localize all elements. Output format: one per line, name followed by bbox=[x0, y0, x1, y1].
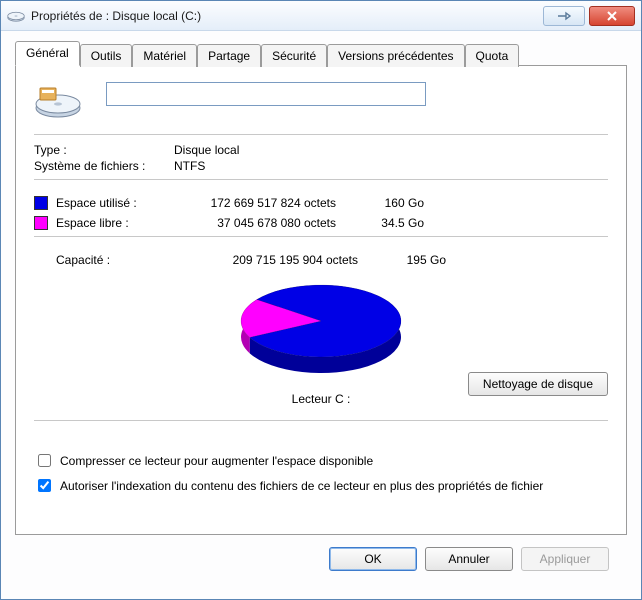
ok-button[interactable]: OK bbox=[329, 547, 417, 571]
free-bytes: 37 045 678 080 octets bbox=[174, 216, 354, 230]
compress-checkbox[interactable] bbox=[38, 454, 51, 467]
drive-large-icon bbox=[34, 82, 82, 120]
chart-area: Lecteur C : Nettoyage de disque bbox=[34, 273, 608, 406]
free-size: 34.5 Go bbox=[354, 216, 424, 230]
used-swatch-icon bbox=[34, 196, 48, 210]
separator bbox=[34, 179, 608, 180]
free-label: Espace libre : bbox=[56, 216, 174, 230]
tab-previous[interactable]: Versions précédentes bbox=[327, 44, 464, 67]
tab-quota[interactable]: Quota bbox=[465, 44, 520, 67]
tab-hardware[interactable]: Matériel bbox=[132, 44, 197, 67]
tabs: Général Outils Matériel Partage Sécurité… bbox=[15, 41, 627, 66]
tab-panel-general: Type : Disque local Système de fichiers … bbox=[15, 65, 627, 535]
fs-value: NTFS bbox=[174, 159, 608, 173]
window-buttons bbox=[543, 6, 635, 26]
free-swatch-icon bbox=[34, 216, 48, 230]
drive-label: Lecteur C : bbox=[221, 392, 421, 406]
used-label: Espace utilisé : bbox=[56, 196, 174, 210]
tab-security[interactable]: Sécurité bbox=[261, 44, 327, 67]
checkbox-group: Compresser ce lecteur pour augmenter l'e… bbox=[34, 453, 608, 503]
window-title: Propriétés de : Disque local (C:) bbox=[31, 9, 543, 23]
properties-window: Propriétés de : Disque local (C:) Généra… bbox=[0, 0, 642, 600]
type-label: Type : bbox=[34, 143, 174, 157]
close-button[interactable] bbox=[589, 6, 635, 26]
titlebar: Propriétés de : Disque local (C:) bbox=[1, 1, 641, 31]
cancel-button[interactable]: Annuler bbox=[425, 547, 513, 571]
space-grid: Espace utilisé : 172 669 517 824 octets … bbox=[34, 196, 608, 230]
index-label: Autoriser l'indexation du contenu des fi… bbox=[60, 478, 543, 494]
volume-label-input[interactable] bbox=[106, 82, 426, 106]
fs-label: Système de fichiers : bbox=[34, 159, 174, 173]
tab-tools[interactable]: Outils bbox=[80, 44, 133, 67]
disk-cleanup-button[interactable]: Nettoyage de disque bbox=[468, 372, 608, 396]
separator bbox=[34, 236, 608, 237]
separator bbox=[34, 134, 608, 135]
used-size: 160 Go bbox=[354, 196, 424, 210]
tab-general[interactable]: Général bbox=[15, 41, 80, 66]
tab-sharing[interactable]: Partage bbox=[197, 44, 261, 67]
apply-button: Appliquer bbox=[521, 547, 609, 571]
capacity-label: Capacité : bbox=[56, 253, 196, 267]
type-value: Disque local bbox=[174, 143, 608, 157]
pin-button[interactable] bbox=[543, 6, 585, 26]
capacity-row: Capacité : 209 715 195 904 octets 195 Go bbox=[34, 253, 608, 267]
info-grid: Type : Disque local Système de fichiers … bbox=[34, 143, 608, 173]
disk-icon bbox=[7, 9, 25, 23]
index-checkbox[interactable] bbox=[38, 479, 51, 492]
separator bbox=[34, 420, 608, 421]
content-area: Général Outils Matériel Partage Sécurité… bbox=[1, 31, 641, 599]
usage-pie-chart bbox=[221, 273, 421, 383]
compress-label: Compresser ce lecteur pour augmenter l'e… bbox=[60, 453, 373, 469]
used-bytes: 172 669 517 824 octets bbox=[174, 196, 354, 210]
capacity-bytes: 209 715 195 904 octets bbox=[196, 253, 376, 267]
dialog-footer: OK Annuler Appliquer bbox=[15, 535, 627, 585]
capacity-size: 195 Go bbox=[376, 253, 446, 267]
